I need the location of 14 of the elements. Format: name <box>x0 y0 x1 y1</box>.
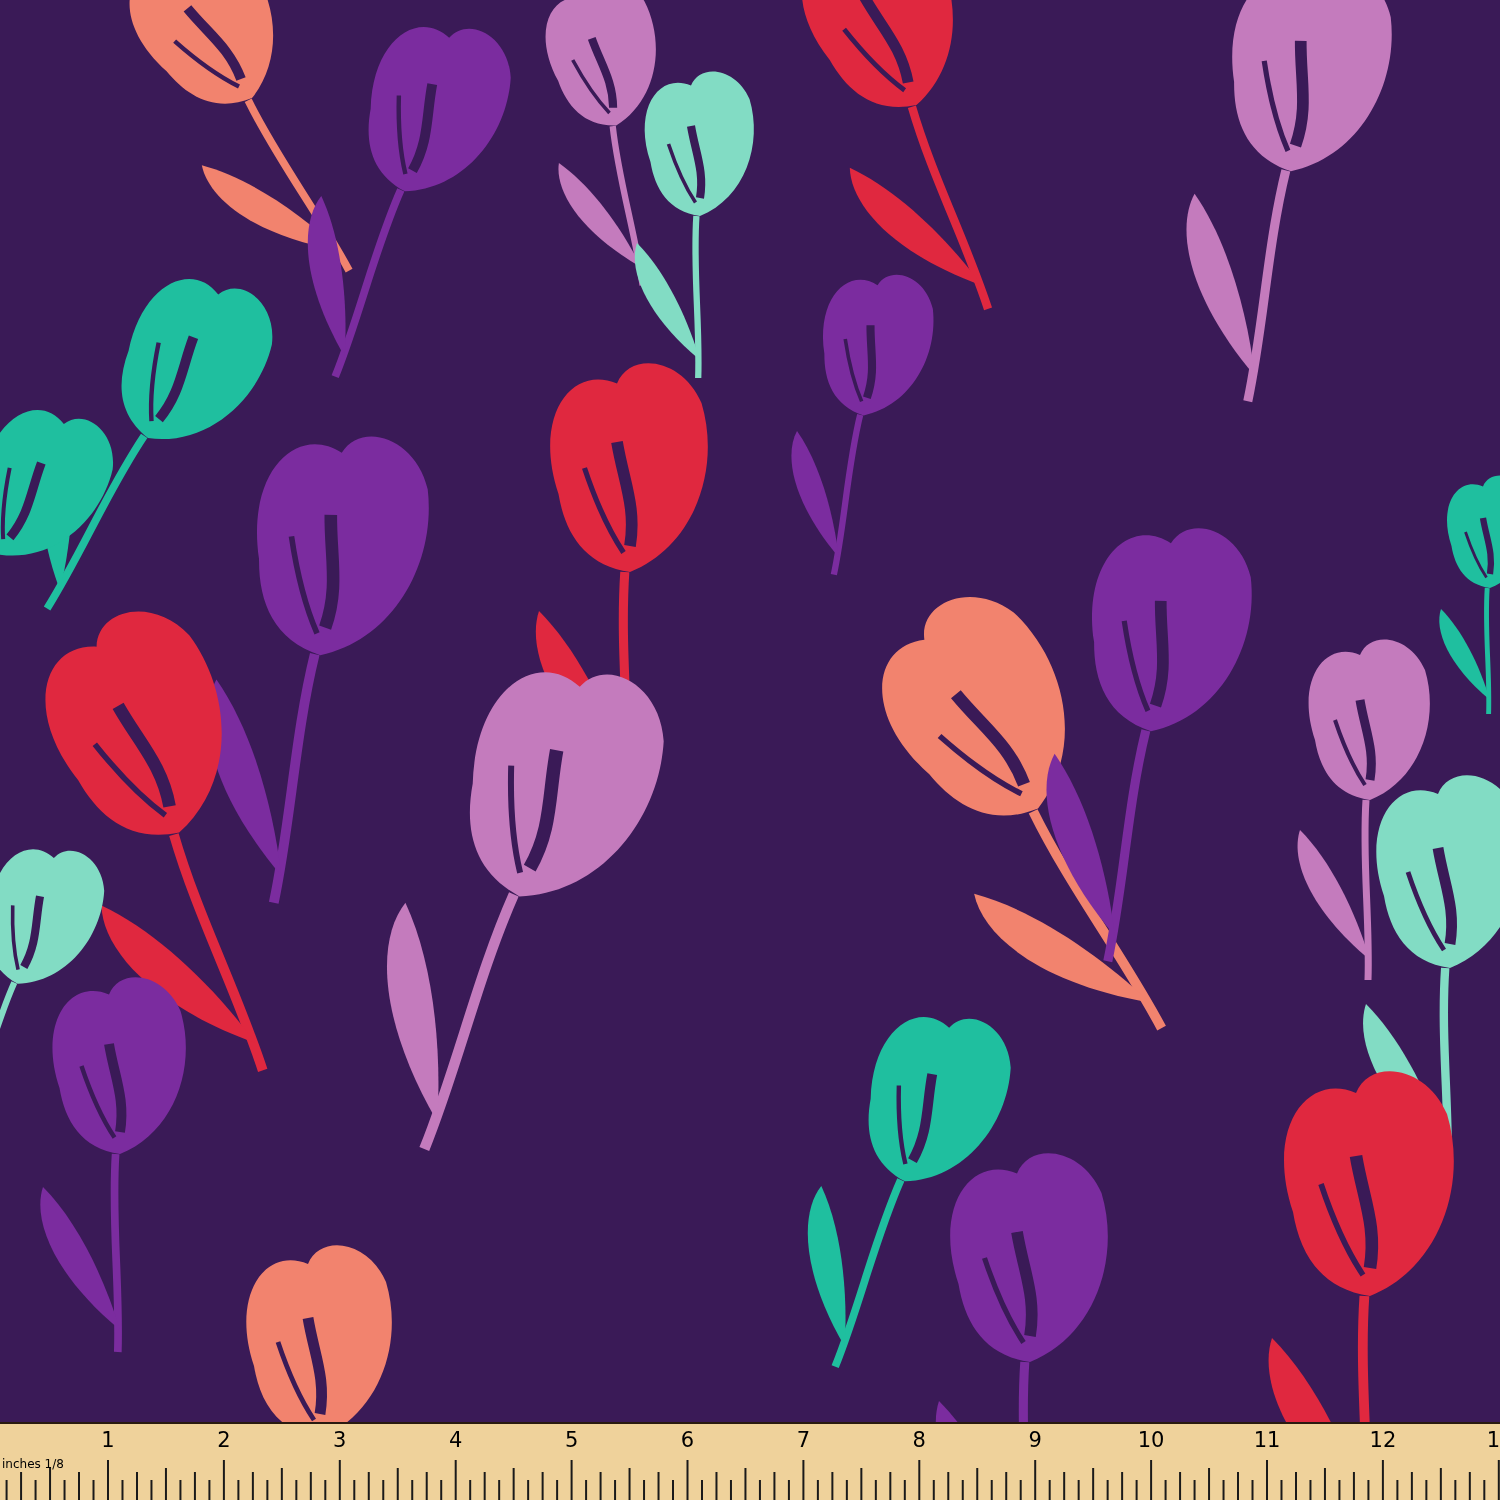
ruler-number: 5 <box>564 1430 579 1451</box>
ruler-number: 12 <box>1369 1430 1397 1451</box>
ruler-number: 3 <box>333 1430 347 1451</box>
ruler-number: 2 <box>217 1430 231 1451</box>
ruler-number: 11 <box>1253 1430 1281 1451</box>
unit-label: inches 1/8 <box>2 1458 64 1470</box>
ruler-number: 10 <box>1137 1430 1165 1451</box>
ruler-number: 7 <box>796 1430 811 1451</box>
ruler-number: 8 <box>912 1430 926 1451</box>
ruler-number: 9 <box>1028 1430 1042 1451</box>
ruler-number: 6 <box>680 1430 695 1451</box>
ruler-number: 1 <box>1486 1430 1500 1451</box>
ruler-number: 1 <box>101 1430 115 1451</box>
ruler-number: 4 <box>449 1430 463 1451</box>
